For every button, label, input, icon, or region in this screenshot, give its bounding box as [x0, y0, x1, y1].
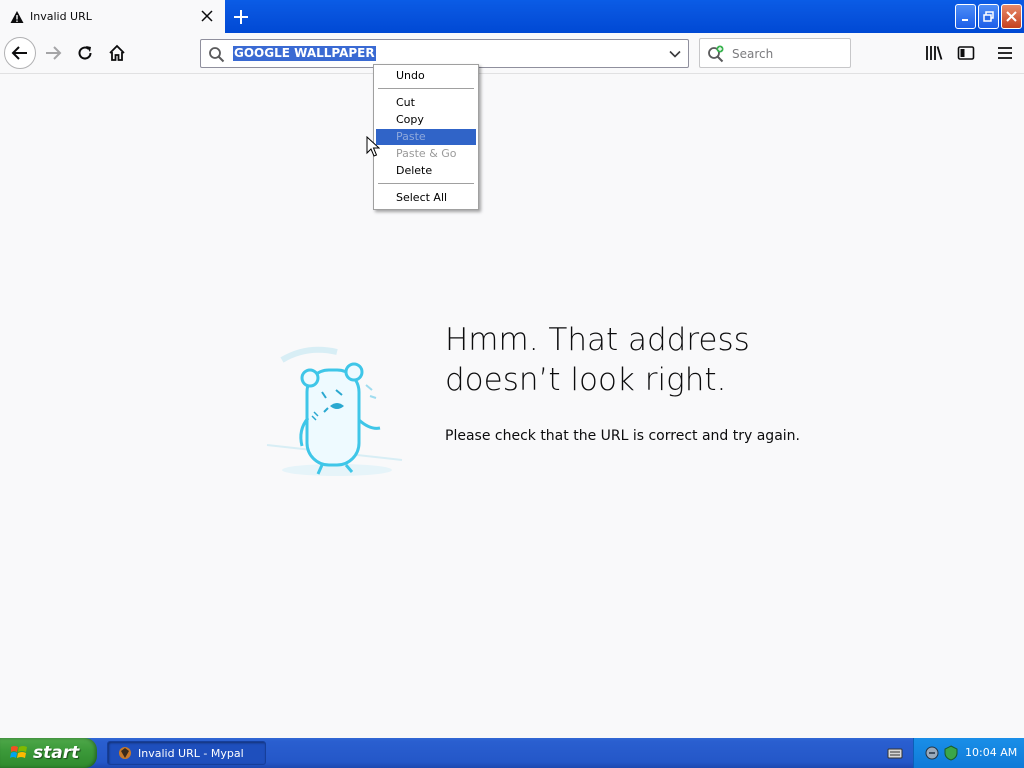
error-title: Hmm. That address doesn’t look right.: [445, 322, 750, 398]
search-bar[interactable]: Search: [699, 38, 851, 68]
close-icon: [1006, 11, 1017, 22]
menu-separator: [378, 183, 474, 184]
taskbar-item-mypal[interactable]: Invalid URL - Mypal: [107, 741, 266, 765]
restore-button[interactable]: [978, 4, 999, 29]
new-tab-icon[interactable]: [231, 7, 251, 27]
home-button[interactable]: [101, 37, 133, 69]
menu-item-copy[interactable]: Copy: [376, 112, 476, 128]
restore-icon: [983, 11, 994, 22]
back-button[interactable]: [4, 37, 36, 69]
title-bar: Invalid URL: [0, 0, 1024, 33]
taskbar-item-label: Invalid URL - Mypal: [138, 746, 244, 760]
tab-invalid-url[interactable]: Invalid URL: [0, 0, 225, 33]
mouse-pointer-icon: [366, 136, 380, 157]
chevron-down-icon[interactable]: [668, 47, 682, 61]
menu-item-undo[interactable]: Undo: [376, 68, 476, 84]
close-tab-icon[interactable]: [199, 8, 215, 24]
search-engine-icon: [708, 45, 724, 63]
menu-item-select-all[interactable]: Select All: [376, 190, 476, 206]
error-description: Please check that the URL is correct and…: [445, 428, 800, 444]
sidebar-icon[interactable]: [956, 43, 976, 63]
library-icon[interactable]: [924, 43, 944, 63]
clock: 10:04 AM: [965, 746, 1018, 759]
keyboard-icon[interactable]: [887, 746, 903, 760]
windows-logo-icon: [10, 746, 27, 758]
minimize-icon: [962, 19, 968, 21]
close-window-button[interactable]: [1001, 4, 1022, 29]
shield-icon[interactable]: [943, 745, 959, 761]
forward-arrow-icon: [46, 46, 62, 60]
start-label: start: [33, 743, 80, 763]
menu-item-delete[interactable]: Delete: [376, 163, 476, 179]
taskbar: start Invalid URL - Mypal 10:04 AM: [0, 738, 1024, 768]
forward-button[interactable]: [37, 37, 69, 69]
home-icon: [109, 44, 125, 61]
search-placeholder: Search: [732, 47, 774, 61]
menu-icon[interactable]: [995, 43, 1015, 63]
reload-icon: [78, 46, 92, 60]
context-menu: Undo Cut Copy Paste Paste & Go Delete Se…: [373, 64, 479, 210]
network-icon[interactable]: [924, 745, 940, 761]
reload-button[interactable]: [69, 37, 101, 69]
navigation-toolbar: GOOGLE WALLPAPER Search: [0, 33, 1024, 74]
search-icon: [209, 47, 225, 63]
system-tray: 10:04 AM: [913, 738, 1024, 768]
menu-separator: [378, 88, 474, 89]
tab-title: Invalid URL: [30, 10, 92, 23]
address-input-value[interactable]: GOOGLE WALLPAPER: [233, 46, 376, 61]
menu-item-cut[interactable]: Cut: [376, 95, 476, 111]
start-button[interactable]: start: [0, 738, 97, 768]
minimize-button[interactable]: [955, 4, 976, 29]
menu-item-paste-and-go[interactable]: Paste & Go: [376, 146, 476, 162]
back-arrow-icon: [11, 46, 27, 60]
confused-mascot-illustration: [266, 346, 403, 476]
menu-item-paste[interactable]: Paste: [376, 129, 476, 145]
mypal-app-icon: [119, 747, 131, 759]
warning-icon: [10, 10, 24, 23]
